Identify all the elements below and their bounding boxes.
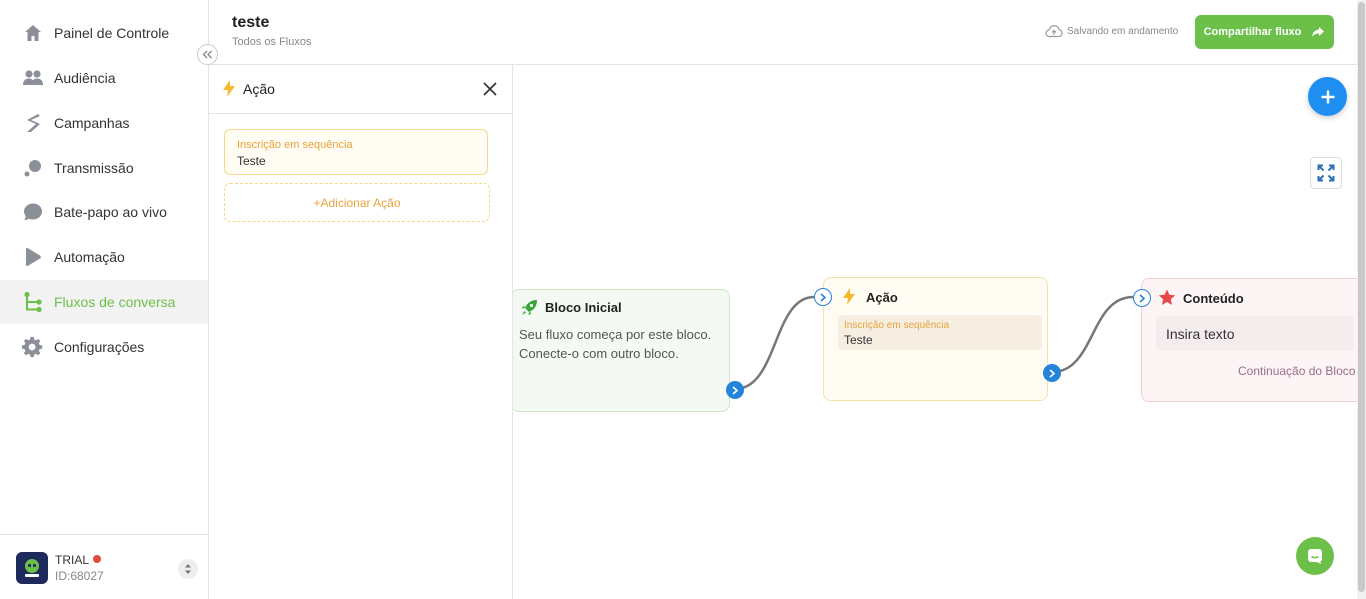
chat-icon — [22, 201, 44, 223]
support-chat-button[interactable] — [1296, 537, 1334, 575]
node-field-label: Inscrição em sequência — [844, 320, 950, 331]
flow-icon — [22, 291, 44, 313]
action-item-value: Teste — [237, 154, 266, 168]
plan-badge: TRIAL — [55, 553, 102, 567]
status-dot-icon — [93, 555, 102, 563]
account-id: ID:68027 — [55, 569, 104, 583]
sidebar-item-label: Fluxos de conversa — [54, 294, 176, 310]
sidebar-item-audiencia[interactable]: Audiência — [0, 56, 208, 100]
lightning-icon — [223, 80, 235, 97]
sidebar-item-label: Configurações — [54, 339, 145, 355]
connection-line — [1051, 295, 1134, 374]
fullscreen-button[interactable] — [1310, 157, 1342, 189]
save-status: Salvando em andamento — [1045, 24, 1178, 38]
plus-icon — [1321, 90, 1334, 103]
node-title: Ação — [866, 290, 898, 305]
panel-header: Ação — [209, 65, 512, 114]
sidebar-item-label: Audiência — [54, 70, 116, 86]
action-node[interactable]: Ação Inscrição em sequência Teste — [823, 277, 1048, 401]
sidebar-item-automacao[interactable]: Automação — [0, 235, 208, 279]
double-chevron-left-icon — [202, 50, 212, 59]
chat-bubble-icon — [1308, 549, 1322, 564]
continuation-label[interactable]: Continuação do Bloco — [1238, 364, 1355, 378]
input-port[interactable] — [814, 288, 832, 306]
cloud-upload-icon — [1045, 24, 1063, 38]
chevron-right-icon — [1139, 293, 1146, 303]
flow-canvas[interactable]: Bloco Inicial Seu fluxo começa por este … — [513, 65, 1357, 599]
node-description: Seu fluxo começa por este bloco. Conecte… — [519, 327, 712, 361]
page-title[interactable]: teste — [232, 14, 269, 32]
users-icon — [22, 67, 44, 89]
sidebar-item-label: Painel de Controle — [54, 25, 170, 41]
sidebar-item-bate-papo[interactable]: Bate-papo ao vivo — [0, 190, 208, 234]
content-text-input[interactable]: Insira texto — [1156, 316, 1354, 351]
breadcrumb[interactable]: Todos os Fluxos — [232, 36, 311, 48]
chevron-right-icon — [820, 292, 827, 302]
action-panel: Ação Inscrição em sequência Teste +Adici… — [209, 65, 513, 599]
content-node[interactable]: Conteúdo Insira texto Continuação do Blo… — [1141, 278, 1357, 402]
share-arrow-icon — [1312, 27, 1325, 37]
sidebar-item-fluxos-de-conversa[interactable]: Fluxos de conversa — [0, 280, 208, 324]
node-title: Conteúdo — [1183, 291, 1244, 306]
scrollbar-thumb[interactable] — [1358, 2, 1365, 592]
sidebar-item-campanhas[interactable]: Campanhas — [0, 101, 208, 145]
share-flow-button[interactable]: Compartilhar fluxo — [1195, 15, 1334, 49]
sidebar-item-configuracoes[interactable]: Configurações — [0, 325, 208, 369]
input-port[interactable] — [1133, 289, 1151, 307]
header: teste Todos os Fluxos Salvando em andame… — [209, 0, 1366, 65]
node-title: Bloco Inicial — [545, 300, 622, 315]
output-port[interactable] — [1043, 364, 1061, 382]
start-block-node[interactable]: Bloco Inicial Seu fluxo começa por este … — [513, 289, 730, 412]
sidebar-item-label: Bate-papo ao vivo — [54, 204, 167, 220]
account-switcher[interactable]: TRIAL ID:68027 — [0, 534, 208, 599]
collapse-sidebar-button[interactable] — [197, 44, 218, 65]
gear-icon — [22, 336, 44, 358]
star-icon — [1158, 289, 1176, 305]
avatar — [16, 552, 48, 584]
connection-line — [734, 295, 815, 391]
rocket-icon — [521, 300, 537, 316]
lightning-icon — [843, 288, 855, 305]
scrollbar[interactable] — [1357, 0, 1366, 599]
action-item-card[interactable]: Inscrição em sequência Teste — [224, 129, 488, 175]
chevron-right-icon — [1049, 368, 1056, 378]
output-port[interactable] — [726, 381, 744, 399]
panel-title: Ação — [243, 81, 275, 97]
node-field-value: Teste — [844, 333, 873, 347]
expand-icon — [1317, 164, 1335, 182]
sidebar-item-transmissao[interactable]: Transmissão — [0, 146, 208, 190]
sidebar-item-label: Automação — [54, 249, 125, 265]
account-switch-icon[interactable] — [178, 559, 198, 579]
home-icon — [22, 22, 44, 44]
chevron-right-icon — [732, 385, 739, 395]
sidebar-item-label: Transmissão — [54, 160, 134, 176]
add-block-button[interactable] — [1308, 77, 1347, 116]
action-item-label: Inscrição em sequência — [237, 139, 353, 151]
automation-icon — [22, 246, 44, 268]
campaign-icon — [22, 112, 44, 134]
add-action-button[interactable]: +Adicionar Ação — [224, 183, 490, 222]
sidebar: Painel de Controle Audiência Campanhas T… — [0, 0, 209, 599]
sidebar-item-painel-de-controle[interactable]: Painel de Controle — [0, 11, 208, 55]
broadcast-icon — [22, 157, 44, 179]
node-action-field: Inscrição em sequência Teste — [838, 315, 1042, 350]
close-icon[interactable] — [481, 80, 499, 98]
sidebar-item-label: Campanhas — [54, 115, 130, 131]
